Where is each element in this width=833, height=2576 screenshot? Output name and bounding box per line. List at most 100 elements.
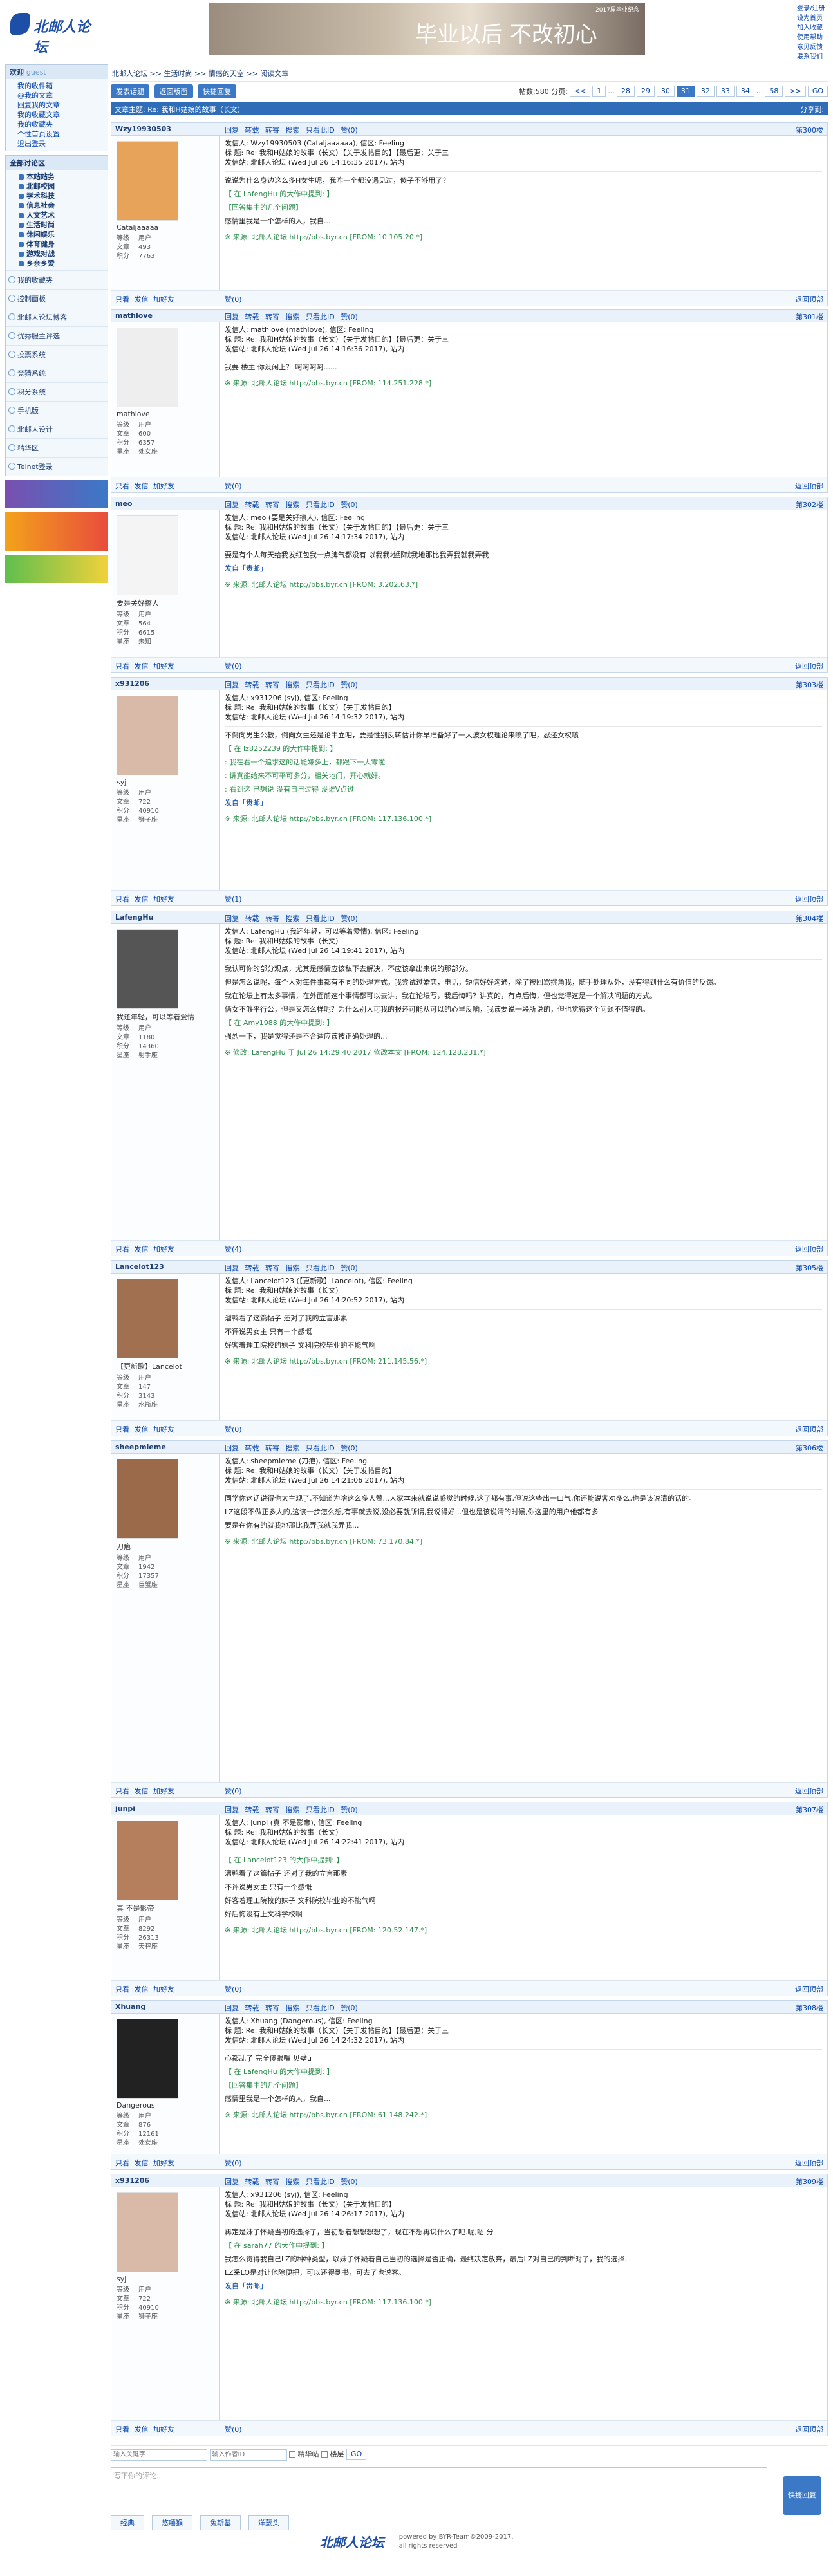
back-to-top-link[interactable]: 返回顶部 <box>795 294 823 304</box>
side-section[interactable]: 优秀服主评选 <box>6 326 108 345</box>
page-link[interactable]: 32 <box>696 86 715 97</box>
side-section[interactable]: 手机版 <box>6 401 108 420</box>
avatar[interactable] <box>117 1821 178 1900</box>
category-item[interactable]: 信息社会 <box>17 201 108 210</box>
top-banner[interactable]: 毕业以后 不改初心 2017届毕业纪念 <box>209 3 645 55</box>
post-author[interactable]: x931206 <box>115 2176 149 2185</box>
emoji-tab[interactable]: 悠嘻猴 <box>152 2515 192 2530</box>
category-item[interactable]: 游戏对战 <box>17 249 108 259</box>
avatar[interactable] <box>117 1459 178 1539</box>
site-logo[interactable]: 北邮人论坛 <box>10 10 100 56</box>
post-footer-tools[interactable]: 只看 发信 加好友 <box>115 2424 174 2434</box>
back-to-top-link[interactable]: 返回顶部 <box>795 1786 823 1796</box>
page-link[interactable]: << <box>569 86 591 97</box>
back-to-top-link[interactable]: 返回顶部 <box>795 1424 823 1434</box>
back-to-top-link[interactable]: 返回顶部 <box>795 2158 823 2168</box>
post-tools[interactable]: 回复 转载 转寄 搜索 只看此ID 赞(0) <box>225 311 358 322</box>
post-tools[interactable]: 回复 转载 转寄 搜索 只看此ID 赞(0) <box>225 499 358 510</box>
avatar[interactable] <box>117 2019 178 2099</box>
back-to-top-link[interactable]: 返回顶部 <box>795 1984 823 1994</box>
post-author[interactable]: mathlove <box>115 311 153 320</box>
post-footer-tools[interactable]: 只看 发信 加好友 <box>115 1424 174 1434</box>
post-tools[interactable]: 回复 转载 转寄 搜索 只看此ID 赞(0) <box>225 913 358 923</box>
like-button[interactable]: 赞(0) <box>225 2158 242 2168</box>
back-to-top-link[interactable]: 返回顶部 <box>795 2424 823 2434</box>
digest-checkbox[interactable] <box>289 2451 295 2458</box>
reply-textarea[interactable]: 写下你的评论... <box>111 2467 767 2508</box>
post-footer-tools[interactable]: 只看 发信 加好友 <box>115 661 174 671</box>
page-link[interactable]: 30 <box>656 86 675 97</box>
side-section[interactable]: 竞猜系统 <box>6 364 108 382</box>
like-button[interactable]: 赞(0) <box>225 1424 242 1434</box>
back-to-board-button[interactable]: 返回版面 <box>154 84 193 98</box>
post-tools[interactable]: 回复 转载 转寄 搜索 只看此ID 赞(0) <box>225 1804 358 1815</box>
emoji-tab[interactable]: 洋葱头 <box>248 2515 289 2530</box>
top-link[interactable]: 登录/注册 <box>797 4 825 14</box>
post-author[interactable]: Lancelot123 <box>115 1263 164 1271</box>
post-footer-tools[interactable]: 只看 发信 加好友 <box>115 1984 174 1994</box>
floor-checkbox[interactable] <box>321 2451 328 2458</box>
page-link[interactable]: 58 <box>765 86 783 97</box>
back-to-top-link[interactable]: 返回顶部 <box>795 1244 823 1254</box>
avatar[interactable] <box>117 141 178 221</box>
post-tools[interactable]: 回复 转载 转寄 搜索 只看此ID 赞(0) <box>225 1443 358 1453</box>
back-to-top-link[interactable]: 返回顶部 <box>795 894 823 904</box>
top-link[interactable]: 加入收藏 <box>797 23 825 33</box>
avatar[interactable] <box>117 929 178 1009</box>
post-author[interactable]: meo <box>115 499 132 508</box>
page-link[interactable]: 33 <box>716 86 735 97</box>
post-author[interactable]: LafengHu <box>115 913 153 922</box>
avatar[interactable] <box>117 696 178 775</box>
avatar[interactable] <box>117 515 178 595</box>
welcome-link[interactable]: 我的收藏文章 <box>17 110 108 120</box>
like-button[interactable]: 赞(0) <box>225 661 242 671</box>
post-footer-tools[interactable]: 只看 发信 加好友 <box>115 2158 174 2168</box>
post-tools[interactable]: 回复 转载 转寄 搜索 只看此ID 赞(0) <box>225 680 358 690</box>
quick-reply-button[interactable]: 快捷回复 <box>198 84 236 98</box>
category-item[interactable]: 人文艺术 <box>17 210 108 220</box>
category-item[interactable]: 休闲娱乐 <box>17 230 108 239</box>
side-ad-1[interactable] <box>5 480 108 508</box>
post-footer-tools[interactable]: 只看 发信 加好友 <box>115 894 174 904</box>
side-section[interactable]: 精华区 <box>6 438 108 457</box>
like-button[interactable]: 赞(0) <box>225 294 242 304</box>
page-link[interactable]: >> <box>785 86 806 97</box>
post-tools[interactable]: 回复 转载 转寄 搜索 只看此ID 赞(0) <box>225 2003 358 2013</box>
welcome-link[interactable]: 个性首页设置 <box>17 129 108 139</box>
emoji-tab[interactable]: 兔斯基 <box>200 2515 241 2530</box>
post-author[interactable]: sheepmieme <box>115 1443 166 1451</box>
top-link[interactable]: 联系我们 <box>797 52 825 62</box>
side-section[interactable]: 我的收藏夹 <box>6 270 108 289</box>
back-to-top-link[interactable]: 返回顶部 <box>795 661 823 671</box>
keyword-search-input[interactable] <box>111 2449 207 2461</box>
page-link[interactable]: 1 <box>592 86 606 97</box>
category-item[interactable]: 体育健身 <box>17 239 108 249</box>
like-button[interactable]: 赞(1) <box>225 894 242 904</box>
like-button[interactable]: 赞(0) <box>225 1984 242 1994</box>
new-topic-button[interactable]: 发表话题 <box>111 84 149 98</box>
post-footer-tools[interactable]: 只看 发信 加好友 <box>115 1786 174 1796</box>
side-section[interactable]: 投票系统 <box>6 345 108 364</box>
side-ad-2[interactable] <box>5 512 108 551</box>
category-item[interactable]: 生活时尚 <box>17 220 108 230</box>
page-link[interactable]: 28 <box>616 86 635 97</box>
page-link[interactable]: 34 <box>736 86 754 97</box>
like-button[interactable]: 赞(0) <box>225 2424 242 2434</box>
page-go-button[interactable]: GO <box>807 86 828 97</box>
top-link[interactable]: 使用帮助 <box>797 33 825 42</box>
like-button[interactable]: 赞(0) <box>225 481 242 491</box>
welcome-link[interactable]: 回复我的文章 <box>17 100 108 110</box>
side-ad-3[interactable] <box>5 555 108 583</box>
category-item[interactable]: 乡亲乡爱 <box>17 259 108 268</box>
side-section[interactable]: 控制面板 <box>6 289 108 308</box>
back-to-top-link[interactable]: 返回顶部 <box>795 481 823 491</box>
avatar[interactable] <box>117 328 178 407</box>
avatar[interactable] <box>117 2192 178 2272</box>
page-link[interactable]: 29 <box>636 86 655 97</box>
top-link[interactable]: 意见反馈 <box>797 42 825 52</box>
side-section[interactable]: 北邮人设计 <box>6 420 108 438</box>
side-section[interactable]: 积分系统 <box>6 382 108 401</box>
like-button[interactable]: 赞(4) <box>225 1244 242 1254</box>
post-author[interactable]: x931206 <box>115 680 149 688</box>
welcome-link[interactable]: 我的收件箱 <box>17 81 108 91</box>
